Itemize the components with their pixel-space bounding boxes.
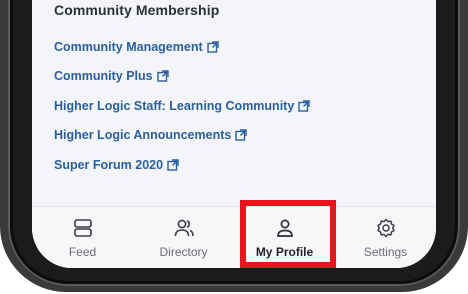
section-title: Community Membership (54, 2, 220, 18)
profile-content: Community Membership Community Managemen… (32, 0, 436, 206)
community-link[interactable]: Community Plus (54, 62, 310, 92)
tab-feed[interactable]: Feed (32, 207, 133, 268)
feed-icon (73, 219, 92, 237)
screenshot-stage: Community Membership Community Managemen… (0, 0, 468, 294)
external-link-icon (156, 70, 169, 82)
community-link-label: Super Forum 2020 (54, 157, 164, 172)
directory-icon (174, 219, 194, 237)
tab-label: Settings (363, 245, 408, 259)
highlight-box (240, 200, 336, 268)
tab-label: Feed (68, 245, 97, 259)
community-link-label: Community Management (54, 39, 203, 54)
external-link-icon (298, 100, 310, 112)
community-link-list: Community Management Community Plus High… (54, 32, 310, 180)
community-link[interactable]: Super Forum 2020 (54, 150, 310, 180)
tab-settings[interactable]: Settings (335, 207, 436, 268)
community-link[interactable]: Higher Logic Announcements (54, 121, 310, 151)
bottom-tab-bar: Feed Directory My Profile Settings (32, 206, 436, 268)
tab-directory[interactable]: Directory (133, 207, 234, 268)
community-link-label: Community Plus (54, 69, 153, 84)
tab-label: Directory (159, 245, 208, 259)
external-link-icon (235, 129, 248, 141)
community-link[interactable]: Community Management (54, 32, 310, 62)
community-link[interactable]: Higher Logic Staff: Learning Community (54, 91, 310, 121)
external-link-icon (167, 159, 179, 171)
settings-icon (376, 218, 395, 238)
phone-screen: Community Membership Community Managemen… (32, 0, 436, 268)
external-link-icon (206, 41, 219, 53)
community-link-label: Higher Logic Staff: Learning Community (54, 98, 295, 113)
community-link-label: Higher Logic Announcements (54, 128, 232, 143)
